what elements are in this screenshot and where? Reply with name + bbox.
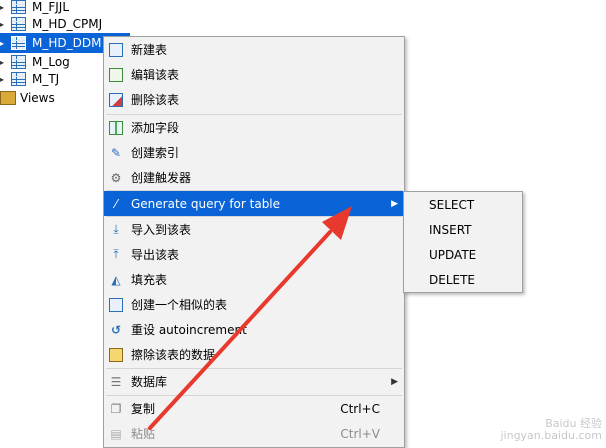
tree-item-m-tj[interactable]: ▸ M_TJ: [0, 69, 59, 89]
new-table-icon: [108, 42, 124, 58]
table-icon: [11, 36, 26, 50]
menu-item-export-table[interactable]: ⤒ 导出该表: [104, 242, 404, 267]
delete-table-icon: [108, 92, 124, 108]
table-icon: [11, 72, 26, 86]
table-icon: [11, 17, 26, 31]
index-icon: ✎: [110, 145, 122, 160]
tree-item-label: Views: [20, 91, 55, 105]
menu-item-fill-table[interactable]: ◭ 填充表: [104, 267, 404, 292]
context-menu: 新建表 编辑该表 删除该表 添加字段 ✎ 创建索引 ⚙ 创建触发器 ⁄ Gene…: [103, 36, 405, 448]
generate-query-submenu: SELECT INSERT UPDATE DELETE: [403, 191, 523, 293]
reset-icon: ↺: [110, 322, 122, 337]
submenu-item-delete[interactable]: DELETE: [404, 267, 522, 292]
expand-icon[interactable]: ▸: [0, 20, 7, 29]
menu-item-reset-autoincrement[interactable]: ↺ 重设 autoincrement: [104, 317, 404, 342]
paste-shortcut: Ctrl+V: [340, 426, 380, 441]
menu-item-paste[interactable]: ▤ 粘贴 Ctrl+V: [104, 421, 404, 446]
submenu-arrow-icon: ▶: [391, 376, 398, 387]
table-icon: [11, 55, 26, 69]
table-icon: [11, 0, 26, 14]
edit-table-icon: [108, 67, 124, 83]
database-icon: ☰: [110, 374, 122, 389]
menu-item-copy[interactable]: ❐ 复制 Ctrl+C: [104, 396, 404, 421]
submenu-item-insert[interactable]: INSERT: [404, 217, 522, 242]
menu-item-clear-data[interactable]: 擦除该表的数据: [104, 342, 404, 367]
tree-item-label: M_FJJL: [32, 0, 70, 14]
expand-icon[interactable]: ▸: [0, 75, 7, 84]
submenu-item-update[interactable]: UPDATE: [404, 242, 522, 267]
trigger-gear-icon: ⚙: [110, 170, 122, 185]
submenu-arrow-icon: ▶: [391, 198, 398, 209]
paste-icon: ▤: [110, 426, 122, 441]
copy-icon: ❐: [110, 401, 122, 416]
copy-shortcut: Ctrl+C: [340, 401, 380, 416]
watermark-line2: jingyan.baidu.com: [500, 428, 602, 442]
menu-item-import-table[interactable]: ⤓ 导入到该表: [104, 217, 404, 242]
menu-item-edit-table[interactable]: 编辑该表: [104, 62, 404, 87]
submenu-item-select[interactable]: SELECT: [404, 192, 522, 217]
views-folder-icon: [0, 91, 16, 105]
fill-icon: ◭: [111, 272, 121, 287]
add-field-icon: [108, 120, 124, 136]
menu-item-generate-query[interactable]: ⁄ Generate query for table ▶: [104, 191, 404, 216]
menu-item-add-field[interactable]: 添加字段: [104, 115, 404, 140]
tree-item-label: M_HD_CPMJ: [32, 17, 103, 31]
menu-item-database[interactable]: ☰ 数据库 ▶: [104, 369, 404, 394]
tree-item-label: M_Log: [32, 55, 70, 69]
export-icon: ⤒: [113, 247, 119, 261]
menu-item-new-table[interactable]: 新建表: [104, 37, 404, 62]
menu-item-create-similar[interactable]: 创建一个相似的表: [104, 292, 404, 317]
tree-item-label: M_TJ: [32, 72, 60, 86]
tree-item-label: M_HD_DDM: [32, 36, 102, 50]
expand-icon[interactable]: ▸: [0, 3, 7, 12]
tree-item-views[interactable]: Views: [0, 88, 55, 108]
expand-icon[interactable]: ▸: [0, 58, 7, 67]
import-icon: ⤓: [113, 222, 119, 236]
eraser-icon: [108, 347, 124, 363]
watermark: Baidu 经验 jingyan.baidu.com: [500, 417, 602, 442]
menu-item-delete-table[interactable]: 删除该表: [104, 87, 404, 112]
expand-icon[interactable]: ▸: [0, 39, 7, 48]
wand-icon: ⁄: [114, 196, 117, 211]
menu-item-create-index[interactable]: ✎ 创建索引: [104, 140, 404, 165]
tree-item-m-hd-cpmj[interactable]: ▸ M_HD_CPMJ: [0, 14, 102, 34]
menu-item-create-trigger[interactable]: ⚙ 创建触发器: [104, 165, 404, 190]
duplicate-table-icon: [108, 297, 124, 313]
